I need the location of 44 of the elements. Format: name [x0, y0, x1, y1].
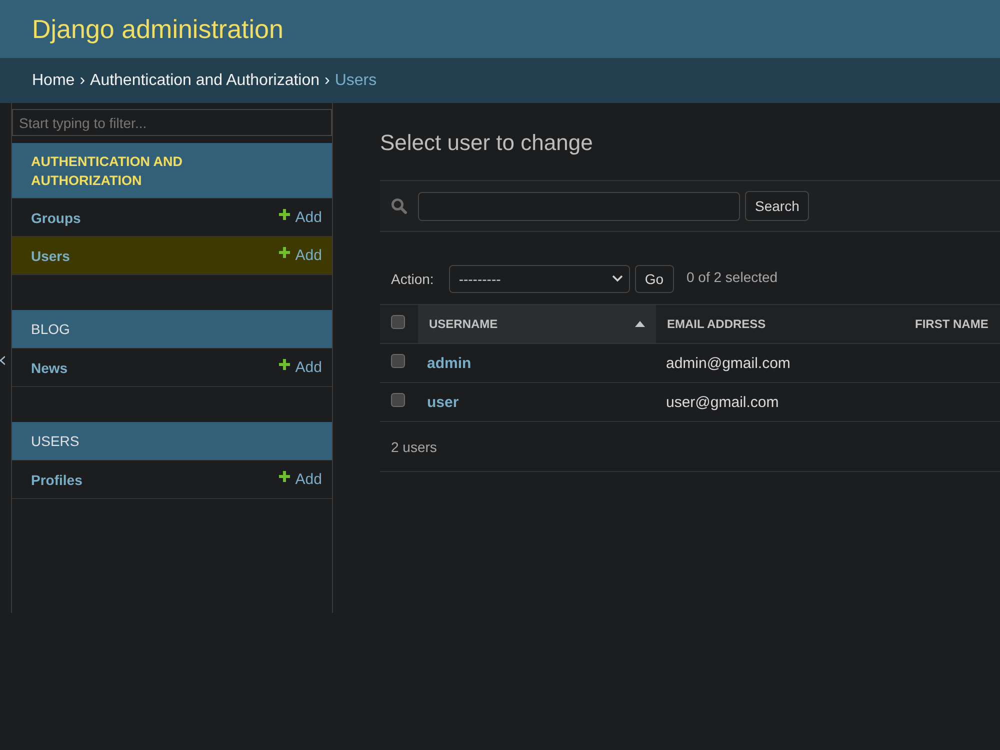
- plus-icon: [279, 359, 290, 370]
- breadcrumb-separator: ›: [80, 72, 86, 90]
- action-label: Action:: [391, 270, 434, 286]
- filter-input[interactable]: Start typing to filter...: [12, 109, 332, 136]
- app-section-header[interactable]: AUTHENTICATION AND AUTHORIZATION: [12, 143, 332, 199]
- row-checkbox[interactable]: [391, 354, 405, 368]
- column-header[interactable]: FIRST NAME: [904, 305, 1000, 343]
- site-title[interactable]: Django administration: [32, 14, 284, 44]
- plus-icon: [279, 247, 290, 258]
- username-link[interactable]: admin: [427, 354, 472, 372]
- column-header[interactable]: EMAIL ADDRESS: [656, 305, 904, 343]
- breadcrumb-separator: ›: [324, 72, 330, 90]
- model-link[interactable]: Groups: [31, 210, 81, 226]
- add-link[interactable]: Add: [279, 247, 322, 264]
- app-section-header[interactable]: BLOG: [12, 310, 332, 349]
- add-link[interactable]: Add: [279, 209, 322, 226]
- action-select[interactable]: ---------: [448, 264, 630, 292]
- app-section-header[interactable]: USERS: [12, 422, 332, 461]
- breadcrumb-current: Users: [334, 72, 377, 90]
- model-link[interactable]: News: [31, 360, 68, 376]
- column-header[interactable]: USERNAME: [418, 305, 656, 343]
- select-all-checkbox[interactable]: [391, 315, 405, 329]
- breadcrumb-link[interactable]: Home: [32, 72, 75, 90]
- table-cell: user@gmail.com: [666, 394, 779, 410]
- sort-up-icon: [635, 321, 645, 327]
- search-field[interactable]: [418, 192, 740, 220]
- row-checkbox[interactable]: [391, 392, 405, 406]
- plus-icon: [279, 471, 290, 482]
- breadcrumb-link[interactable]: Authentication and Authorization: [90, 72, 320, 90]
- chevron-left-icon[interactable]: [0, 356, 5, 364]
- search-icon: [391, 198, 407, 214]
- chevron-down-icon: [612, 275, 623, 282]
- add-link[interactable]: Add: [279, 471, 322, 488]
- add-link[interactable]: Add: [279, 359, 322, 376]
- model-link[interactable]: Profiles: [31, 472, 82, 488]
- search-button[interactable]: Search: [745, 191, 810, 221]
- go-button[interactable]: Go: [634, 264, 674, 292]
- selection-counter: 0 of 2 selected: [686, 269, 778, 285]
- result-count: 2 users: [391, 438, 437, 454]
- plus-icon: [279, 209, 290, 220]
- table-cell: admin@gmail.com: [666, 354, 790, 372]
- page-title: Select user to change: [380, 130, 593, 156]
- username-link[interactable]: user: [427, 394, 459, 410]
- model-link[interactable]: Users: [31, 248, 70, 264]
